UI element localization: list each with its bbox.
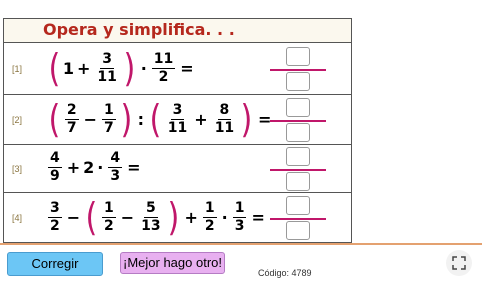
expression-3: 49 + 2 · 43 = (46, 150, 144, 185)
close-paren: ) (167, 195, 179, 239)
numerator: 1 (101, 199, 116, 218)
denominator: 11 (214, 119, 235, 136)
exercise-row-1: [1] ( 1 + 3 11 ) · 11 2 = (3, 42, 352, 94)
fraction: 8 11 (213, 102, 236, 137)
fraction-bar (270, 169, 326, 171)
plus-sign: + (194, 109, 208, 129)
fraction-bar (270, 218, 326, 220)
fraction: 12 (202, 199, 217, 235)
answer-fraction-2 (270, 98, 326, 142)
numerator: 3 (48, 199, 62, 218)
corregir-button[interactable]: Corregir (7, 252, 103, 276)
denominator: 2 (50, 217, 60, 234)
denominator: 2 (158, 68, 169, 85)
dot-sign: · (221, 207, 228, 227)
denominator: 3 (110, 168, 121, 184)
plus-sign: + (66, 158, 81, 177)
answer-fraction-4 (270, 196, 326, 240)
fraction: 12 (101, 199, 116, 235)
dot-sign: · (140, 58, 147, 78)
footer-divider (0, 243, 482, 245)
fraction: 17 (101, 101, 116, 137)
numerator: 11 (151, 50, 176, 69)
fraction: 13 (232, 199, 247, 235)
page-title: Opera y simplifica. . . (43, 20, 235, 39)
denominator: 7 (103, 119, 114, 136)
denominator-input[interactable] (286, 72, 310, 91)
close-paren: ) (120, 97, 133, 141)
numerator: 1 (202, 199, 217, 218)
exercise-number: [3] (12, 164, 23, 174)
open-paren: ( (85, 195, 98, 239)
exercise-number: [2] (12, 115, 23, 125)
open-paren: ( (48, 46, 61, 90)
numerator-input[interactable] (286, 196, 310, 215)
numerator: 2 (64, 101, 79, 120)
numerator-input[interactable] (286, 47, 310, 66)
denominator: 7 (66, 119, 77, 136)
minus-sign: − (66, 207, 81, 227)
new-exercise-button[interactable]: ¡Mejor hago otro! (120, 252, 225, 274)
exercise-number: [4] (12, 213, 23, 223)
denominator: 3 (234, 217, 245, 234)
equals-sign: = (180, 58, 194, 78)
denominator: 9 (50, 168, 60, 184)
fraction: 43 (108, 150, 123, 185)
numerator: 5 (144, 199, 158, 218)
numerator-input[interactable] (286, 147, 310, 166)
fraction: 49 (48, 150, 62, 185)
integer: 2 (83, 158, 95, 177)
colon-sign: : (137, 109, 144, 129)
denominator: 13 (141, 217, 161, 234)
fraction: 3 11 (166, 102, 189, 137)
numerator: 3 (170, 101, 185, 120)
plus-sign: + (184, 207, 198, 227)
denominator: 11 (97, 68, 117, 85)
equals-sign: = (127, 158, 141, 177)
plus-sign: + (76, 58, 91, 78)
numerator: 3 (100, 50, 114, 69)
close-paren: ) (123, 46, 136, 90)
integer: 1 (62, 58, 74, 78)
numerator: 4 (48, 150, 62, 168)
exercise-row-2: [2] ( 27 − 17 ) : ( 3 11 + 8 11 ) = (3, 94, 352, 144)
expand-button[interactable] (446, 250, 472, 276)
fraction: 11 2 (151, 50, 176, 86)
numerator: 1 (101, 101, 116, 120)
answer-fraction-3 (270, 147, 326, 191)
minus-sign: − (120, 207, 135, 227)
denominator-input[interactable] (286, 123, 310, 142)
equals-sign: = (251, 207, 265, 227)
exercise-row-4: [4] 32 − ( 12 − 5 13 ) + 12 · 13 = (3, 192, 352, 243)
dot-sign: · (97, 158, 104, 177)
expression-4: 32 − ( 12 − 5 13 ) + 12 · 13 = (46, 198, 268, 236)
fraction: 5 13 (139, 200, 162, 235)
expand-icon (452, 256, 466, 270)
numerator-input[interactable] (286, 98, 310, 117)
fraction-bar (270, 120, 326, 122)
denominator: 2 (204, 217, 215, 234)
open-paren: ( (149, 97, 162, 141)
denominator-input[interactable] (286, 221, 310, 240)
exercise-number: [1] (12, 64, 23, 74)
denominator: 11 (167, 119, 188, 136)
close-paren: ) (240, 97, 253, 141)
expression-1: ( 1 + 3 11 ) · 11 2 = (46, 49, 197, 87)
numerator: 1 (232, 199, 247, 218)
minus-sign: − (83, 109, 97, 129)
open-paren: ( (48, 97, 61, 141)
denominator-input[interactable] (286, 172, 310, 191)
fraction-bar (270, 69, 326, 71)
exercise-row-3: [3] 49 + 2 · 43 = (3, 144, 352, 192)
fraction: 3 11 (95, 51, 118, 86)
fraction: 32 (48, 200, 62, 235)
denominator: 2 (103, 217, 114, 234)
exercise-code: Código: 4789 (258, 268, 312, 278)
answer-fraction-1 (270, 47, 326, 91)
numerator: 8 (217, 101, 232, 120)
fraction: 27 (64, 101, 79, 137)
expression-2: ( 27 − 17 ) : ( 3 11 + 8 11 ) = (46, 100, 274, 138)
exercise-header: Opera y simplifica. . . (3, 18, 352, 42)
numerator: 4 (108, 150, 123, 168)
